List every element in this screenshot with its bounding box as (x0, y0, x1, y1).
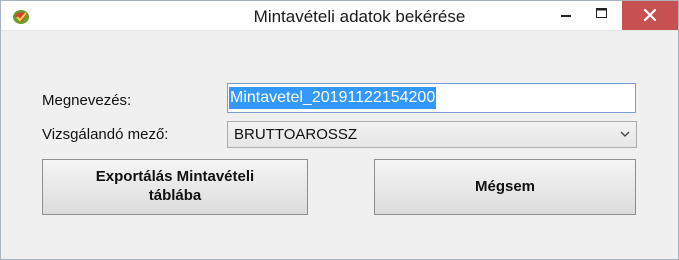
cancel-button[interactable]: Mégsem (374, 159, 636, 215)
minimize-button[interactable] (549, 1, 583, 30)
field-select[interactable]: BRUTTOAROSSZ (227, 121, 637, 148)
name-label: Megnevezés: (42, 92, 132, 109)
export-button-line1: Exportálás Mintavételi (95, 168, 255, 185)
export-button-line2: táblába (148, 187, 202, 204)
name-input-text: Mintavetel_20191122154200 (229, 87, 437, 109)
close-icon (643, 8, 657, 22)
chevron-down-icon (620, 131, 630, 137)
title-bar[interactable]: Mintavételi adatok bekérése (1, 1, 678, 31)
close-button[interactable] (622, 1, 678, 30)
field-select-value: BRUTTOAROSSZ (234, 126, 358, 143)
maximize-button[interactable] (585, 1, 619, 30)
export-button[interactable]: Exportálás Mintavételi táblába (42, 159, 308, 215)
hidden-list-peek (327, 146, 369, 152)
dialog-window: Mintavételi adatok bekérése Megnevezés: … (0, 0, 679, 260)
field-label: Vizsgálandó mező: (42, 126, 169, 143)
name-input[interactable]: Mintavetel_20191122154200 (227, 83, 636, 113)
minimize-icon (561, 15, 571, 17)
maximize-icon (596, 8, 607, 18)
